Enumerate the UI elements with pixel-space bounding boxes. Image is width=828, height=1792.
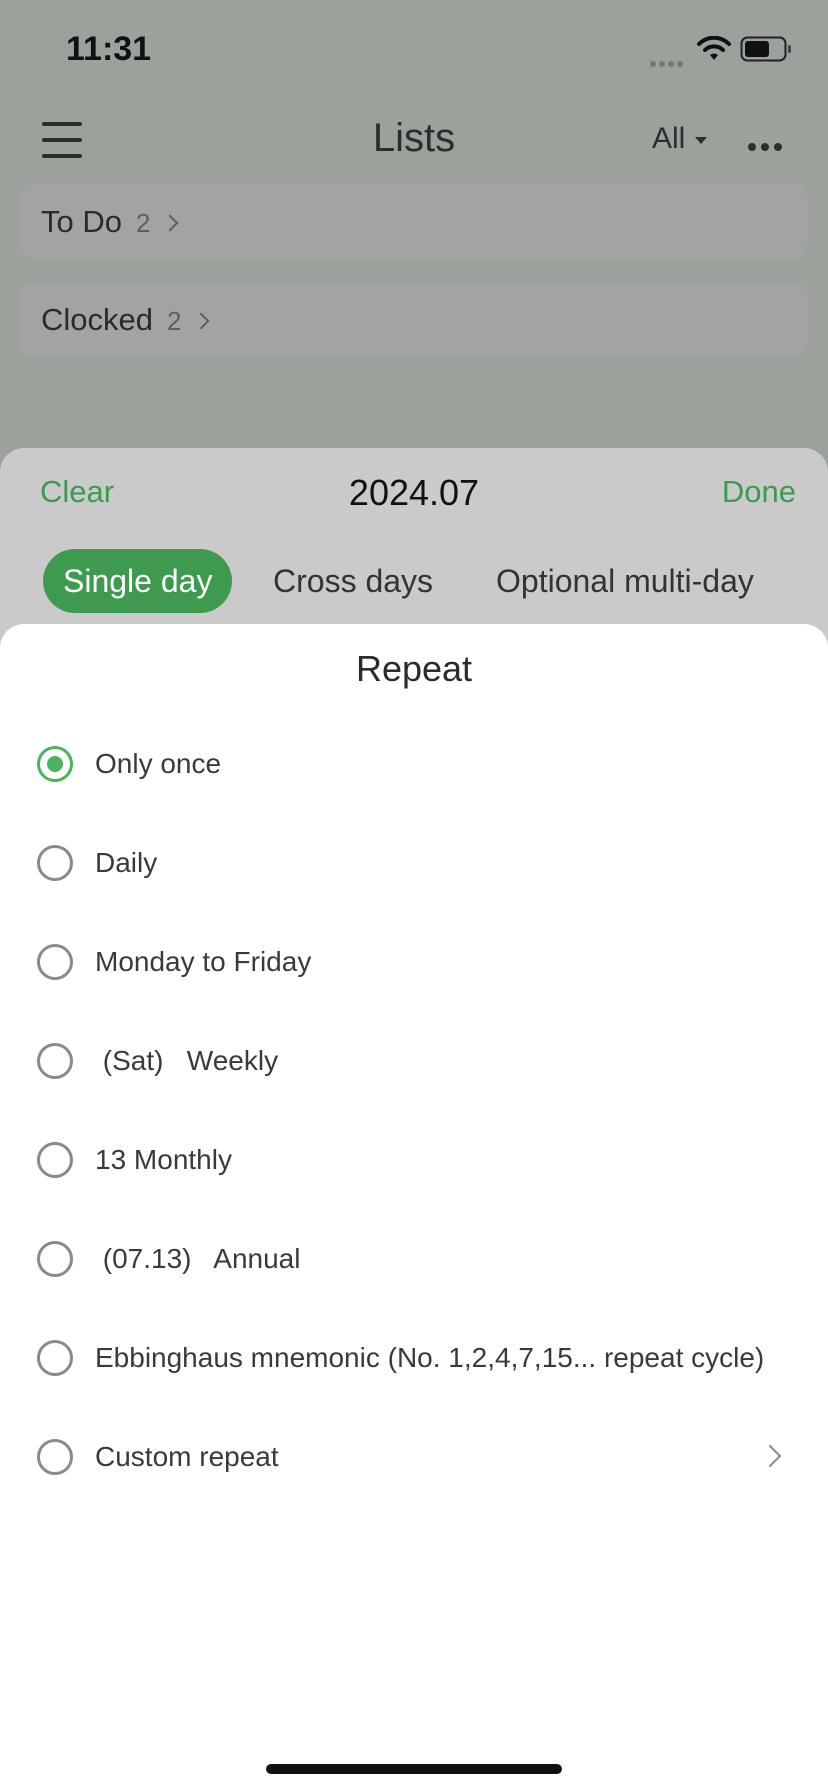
radio-button[interactable] <box>37 1142 73 1178</box>
option-label: (Sat) Weekly <box>95 1045 279 1076</box>
option-label: Ebbinghaus mnemonic (No. 1,2,4,7,15... r… <box>95 1342 765 1373</box>
option-label: Monday to Friday <box>95 946 312 977</box>
repeat-option-weekdays[interactable]: Monday to Friday <box>0 922 828 1002</box>
option-label: Daily <box>95 847 158 878</box>
filter-label: All <box>652 122 686 155</box>
chevron-right-icon <box>161 214 179 232</box>
repeat-option-monthly[interactable]: 13 Monthly <box>0 1120 828 1200</box>
chevron-right-icon <box>192 312 210 330</box>
status-time: 11:31 <box>66 30 152 68</box>
option-label: Only once <box>95 748 222 779</box>
option-label: Custom repeat <box>95 1441 279 1472</box>
nav-bar: Lists All <box>0 100 828 182</box>
filter-dropdown[interactable]: All <box>652 122 708 156</box>
list-name: Clocked <box>41 302 153 337</box>
radio-button[interactable] <box>37 1340 73 1376</box>
status-bar: 11:31 <box>0 0 828 100</box>
radio-button[interactable] <box>37 944 73 980</box>
radio-button[interactable] <box>37 1241 73 1277</box>
wifi-icon <box>697 36 731 60</box>
battery-icon <box>740 36 791 62</box>
option-label: (07.13) Annual <box>95 1243 301 1274</box>
repeat-option-weekly[interactable]: (Sat) Weekly <box>0 1021 828 1101</box>
radio-button[interactable] <box>37 1439 73 1475</box>
list-count: 2 <box>135 208 151 238</box>
option-label: 13 Monthly <box>95 1144 232 1175</box>
list-card-to-do[interactable]: To Do 2 <box>21 184 807 258</box>
repeat-option-daily[interactable]: Daily <box>0 823 828 903</box>
list-name: To Do <box>41 204 122 239</box>
repeat-option-only-once[interactable]: Only once <box>0 724 828 804</box>
repeat-option-annual[interactable]: (07.13) Annual <box>0 1219 828 1299</box>
list-count: 2 <box>167 306 182 336</box>
more-icon[interactable] <box>748 138 790 151</box>
repeat-option-ebbinghaus[interactable]: Ebbinghaus mnemonic (No. 1,2,4,7,15... r… <box>0 1318 828 1398</box>
repeat-title: Repeat <box>355 648 473 689</box>
month-title: 2024.07 <box>348 472 480 513</box>
repeat-option-custom[interactable]: Custom repeat <box>0 1417 828 1497</box>
radio-button[interactable] <box>37 1043 73 1079</box>
tab-cross-days[interactable]: Cross days <box>273 549 433 613</box>
tab-optional-multi-day[interactable]: Optional multi-day <box>496 549 754 613</box>
tab-single-day[interactable]: Single day <box>43 549 233 613</box>
caret-down-icon <box>695 136 708 144</box>
cellular-signal-icon <box>650 54 692 67</box>
repeat-sheet: Repeat Only once Daily Monday to Friday … <box>0 624 828 1792</box>
radio-button[interactable] <box>37 746 73 782</box>
done-button[interactable]: Done <box>722 474 796 510</box>
radio-button[interactable] <box>37 845 73 881</box>
home-indicator[interactable] <box>266 1764 562 1774</box>
chevron-right-icon <box>758 1444 782 1468</box>
list-card-clocked[interactable]: Clocked 2 <box>21 282 807 356</box>
